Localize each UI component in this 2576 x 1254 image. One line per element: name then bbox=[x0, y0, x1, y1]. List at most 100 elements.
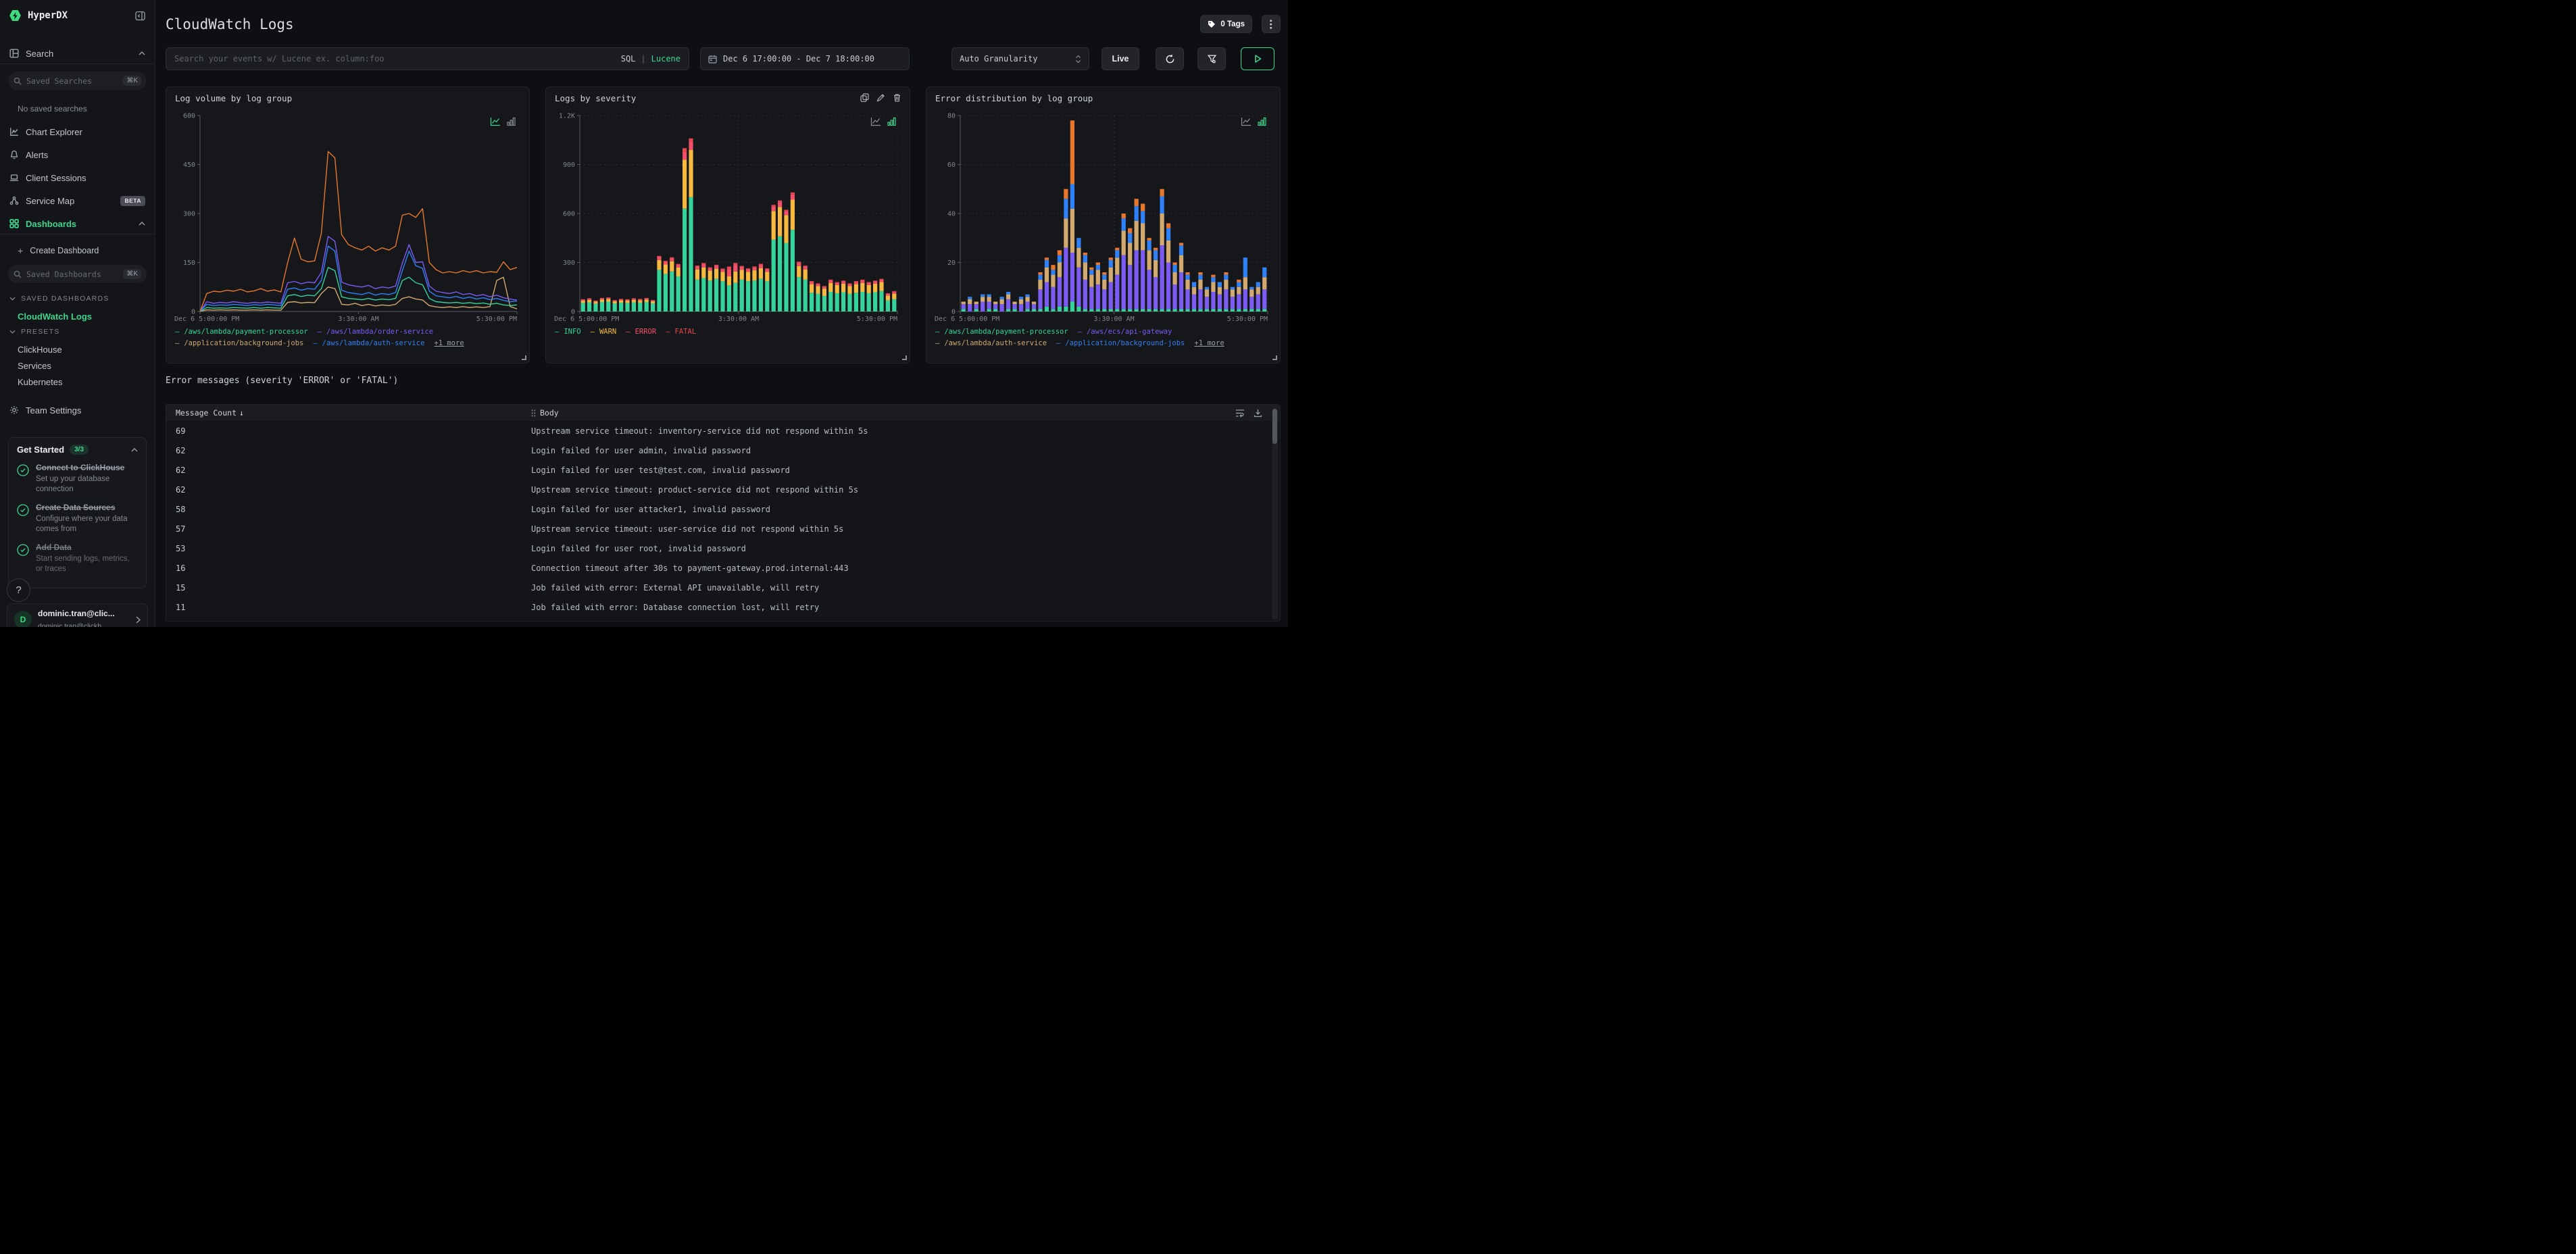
refresh-icon bbox=[1166, 54, 1174, 63]
sidebar-item-dashboards[interactable]: Dashboards bbox=[0, 215, 155, 232]
table-scrollbar[interactable] bbox=[1272, 406, 1278, 620]
sidebar-item-label: Client Sessions bbox=[26, 172, 86, 183]
refresh-button[interactable] bbox=[1156, 47, 1184, 70]
bar-mode-icon[interactable] bbox=[1258, 117, 1266, 126]
legend-item[interactable]: —/aws/lambda/auth-service bbox=[935, 339, 1047, 347]
filter-button[interactable] bbox=[1197, 47, 1226, 70]
legend-more[interactable]: +1 more bbox=[434, 339, 464, 347]
sidebar-item-cloudwatch-logs[interactable]: CloudWatch Logs bbox=[0, 307, 155, 325]
saved-dashboards-field[interactable] bbox=[26, 269, 119, 279]
line-mode-icon[interactable] bbox=[870, 117, 881, 126]
granularity-select[interactable]: Auto Granularity bbox=[951, 47, 1089, 70]
saved-searches-input[interactable]: ⌘K bbox=[8, 72, 147, 90]
table-row[interactable]: 11 Job failed with error: Database connec… bbox=[166, 597, 1268, 617]
duplicate-icon[interactable] bbox=[860, 93, 869, 102]
sidebar-item-team-settings[interactable]: Team Settings bbox=[0, 401, 155, 419]
sidebar-item-alerts[interactable]: Alerts bbox=[0, 146, 155, 164]
legend-item[interactable]: —/aws/lambda/payment-processor bbox=[175, 328, 308, 336]
legend-item[interactable]: —/aws/lambda/auth-service bbox=[313, 339, 424, 347]
bar-mode-icon[interactable] bbox=[887, 117, 896, 126]
legend-item[interactable]: — INFO bbox=[555, 328, 581, 336]
wrap-text-icon[interactable] bbox=[1235, 409, 1245, 418]
hyperdx-app: HyperDX Search ⌘K No saved searches bbox=[0, 0, 1288, 627]
table-row[interactable]: 62 Upstream service timeout: product-serv… bbox=[166, 480, 1268, 499]
table-row[interactable]: 57 Upstream service timeout: user-service… bbox=[166, 519, 1268, 538]
table-header: Message Count ↓ Body bbox=[166, 405, 1280, 421]
column-message-count[interactable]: Message Count ↓ bbox=[166, 408, 531, 418]
legend-item[interactable]: —/application/background-jobs bbox=[1056, 339, 1185, 347]
chart-legend: —/aws/lambda/payment-processor —/aws/ecs/… bbox=[935, 326, 1271, 350]
legend-item[interactable]: —/application/background-jobs bbox=[175, 339, 303, 347]
resize-handle[interactable] bbox=[902, 355, 907, 360]
table-row[interactable]: 69 Upstream service timeout: inventory-se… bbox=[166, 421, 1268, 441]
select-arrows-icon bbox=[1076, 55, 1081, 63]
column-body[interactable]: Body bbox=[531, 408, 559, 418]
table-row[interactable]: 58 Login failed for user attacker1, inval… bbox=[166, 499, 1268, 519]
get-started-item[interactable]: Create Data Sources Configure where your … bbox=[17, 503, 138, 534]
legend-item[interactable]: — WARN bbox=[591, 328, 617, 336]
body-cell: Upstream service timeout: inventory-serv… bbox=[531, 426, 868, 436]
table-row[interactable]: 53 Login failed for user root, invalid pa… bbox=[166, 538, 1268, 558]
run-query-button[interactable] bbox=[1241, 47, 1274, 70]
resize-handle[interactable] bbox=[1272, 355, 1277, 360]
legend-item[interactable]: —/aws/lambda/payment-processor bbox=[935, 328, 1068, 336]
saved-dashboards-input[interactable]: ⌘K bbox=[8, 265, 147, 283]
legend-item[interactable]: —/aws/ecs/api-gateway bbox=[1078, 328, 1172, 336]
create-dashboard-button[interactable]: + Create Dashboard bbox=[0, 242, 155, 259]
section-presets[interactable]: PRESETS bbox=[0, 325, 155, 338]
resize-handle[interactable] bbox=[522, 355, 526, 360]
svg-text:3:30:00 AM: 3:30:00 AM bbox=[1093, 316, 1134, 323]
live-button[interactable]: Live bbox=[1101, 47, 1139, 70]
date-range-picker[interactable]: Dec 6 17:00:00 - Dec 7 18:00:00 bbox=[700, 47, 910, 70]
sidebar-item-clickhouse[interactable]: ClickHouse bbox=[0, 341, 155, 358]
chart-plot[interactable]: 0 20 40 60 80 Dec 6 5:00:00 PM 3:30:00 AM 5:30:… bbox=[935, 110, 1272, 324]
legend-item[interactable]: — FATAL bbox=[666, 328, 696, 336]
user-name: dominic.tran@clic... bbox=[38, 609, 115, 618]
table-row[interactable]: 16 Connection timeout after 30s to paymen… bbox=[166, 558, 1268, 578]
tags-button[interactable]: 0 Tags bbox=[1200, 15, 1252, 33]
legend-item[interactable]: —/aws/lambda/order-service bbox=[318, 328, 433, 336]
download-icon[interactable] bbox=[1254, 409, 1262, 418]
kbd-shortcut: ⌘K bbox=[123, 76, 141, 86]
sql-toggle[interactable]: SQL bbox=[621, 54, 636, 64]
sidebar-item-service-map[interactable]: Service Map BETA bbox=[0, 192, 155, 209]
user-menu[interactable]: D dominic.tran@clic... dominic.tran@clic… bbox=[7, 603, 148, 627]
event-search-field[interactable] bbox=[174, 54, 614, 64]
sidebar-item-chart-explorer[interactable]: Chart Explorer bbox=[0, 123, 155, 141]
bar-mode-icon[interactable] bbox=[507, 117, 516, 126]
delete-icon[interactable] bbox=[893, 93, 901, 102]
chart-plot[interactable]: 0 150 300 450 600 Dec 6 5:00:00 PM 3:30:00 AM 5… bbox=[174, 110, 521, 324]
sidebar-item-search[interactable]: Search bbox=[0, 45, 155, 62]
check-circle-icon bbox=[17, 544, 29, 574]
svg-text:0: 0 bbox=[951, 309, 956, 316]
table-row[interactable]: 15 Job failed with error: External API un… bbox=[166, 578, 1268, 597]
get-started-item[interactable]: Add Data Start sending logs, metrics, or … bbox=[17, 543, 138, 574]
chevron-up-icon bbox=[131, 447, 138, 451]
svg-text:5:30:00 PM: 5:30:00 PM bbox=[476, 316, 517, 323]
legend-more[interactable]: +1 more bbox=[1194, 339, 1224, 347]
line-mode-icon[interactable] bbox=[490, 117, 501, 126]
edit-icon[interactable] bbox=[876, 93, 885, 102]
section-saved-dashboards[interactable]: SAVED DASHBOARDS bbox=[0, 292, 155, 305]
get-started-header[interactable]: Get Started 3/3 bbox=[17, 445, 138, 455]
help-button[interactable]: ? bbox=[7, 578, 30, 602]
line-mode-icon[interactable] bbox=[1241, 117, 1252, 126]
saved-searches-field[interactable] bbox=[26, 76, 119, 86]
scrollbar-thumb[interactable] bbox=[1272, 409, 1277, 444]
chart-plot[interactable]: 0 300 600 900 1.2K Dec 6 5:00:00 PM 3:30:00 AM… bbox=[554, 110, 901, 324]
sidebar-item-label: Service Map bbox=[26, 195, 75, 206]
legend-item[interactable]: — ERROR bbox=[626, 328, 656, 336]
lucene-toggle[interactable]: Lucene bbox=[651, 54, 680, 64]
table-row[interactable]: 62 Login failed for user admin, invalid p… bbox=[166, 441, 1268, 460]
sidebar-item-kubernetes[interactable]: Kubernetes bbox=[0, 373, 155, 391]
body-cell: Upstream service timeout: product-servic… bbox=[531, 484, 859, 495]
get-started-item[interactable]: Connect to ClickHouse Set up your databas… bbox=[17, 463, 138, 495]
more-menu-button[interactable] bbox=[1262, 15, 1281, 33]
table-row[interactable]: 62 Login failed for user test@test.com, i… bbox=[166, 460, 1268, 480]
collapse-sidebar-icon[interactable] bbox=[135, 11, 145, 21]
message-count-cell: 62 bbox=[176, 445, 186, 455]
sidebar-item-client-sessions[interactable]: Client Sessions bbox=[0, 169, 155, 186]
event-search-input[interactable]: SQL | Lucene bbox=[166, 47, 689, 70]
sidebar-item-services[interactable]: Services bbox=[0, 357, 155, 374]
svg-text:0: 0 bbox=[191, 309, 195, 316]
